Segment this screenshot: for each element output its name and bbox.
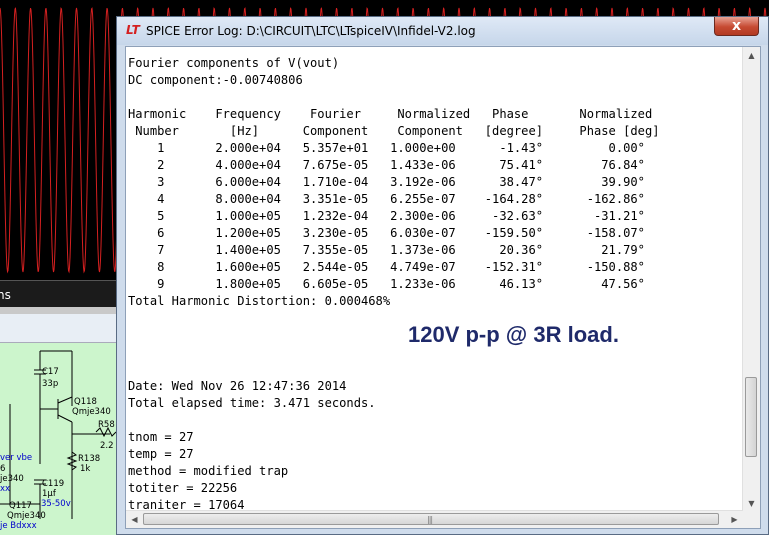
log-line: 8 1.600e+05 2.544e-05 4.749e-07 -152.31°…	[128, 260, 645, 274]
scroll-right-icon[interactable]: ▶	[726, 511, 743, 528]
schematic-label: 6	[0, 464, 6, 474]
close-icon: x	[731, 18, 742, 34]
scroll-down-icon[interactable]: ▼	[743, 495, 760, 512]
log-line: 1 2.000e+04 5.357e+01 1.000e+00 -1.43° 0…	[128, 141, 645, 155]
log-line: temp = 27	[128, 447, 194, 461]
load-annotation: 120V p-p @ 3R load.	[408, 322, 619, 347]
schematic-label: C17	[42, 367, 59, 377]
log-line: 2 4.000e+04 7.675e-05 1.433e-06 75.41° 7…	[128, 158, 645, 172]
log-line: Harmonic Frequency Fourier Normalized Ph…	[128, 107, 653, 121]
schematic-label: R58	[98, 420, 115, 430]
spice-log-window[interactable]: LT SPICE Error Log: D:\CIRCUIT\LTC\LTspi…	[116, 16, 769, 535]
scroll-up-icon[interactable]: ▲	[743, 47, 760, 64]
vertical-scroll-thumb[interactable]	[745, 377, 757, 457]
log-line: 9 1.800e+05 6.605e-05 1.233e-06 46.13° 4…	[128, 277, 645, 291]
log-line: DC component:-0.00740806	[128, 73, 303, 87]
horizontal-scroll-thumb[interactable]: |||	[143, 513, 719, 525]
schematic-label: je340	[0, 474, 24, 484]
log-text-area[interactable]: Fourier components of V(vout) DC componen…	[125, 46, 761, 529]
schematic-label: Qmje340	[72, 407, 111, 417]
log-line: method = modified trap	[128, 464, 289, 478]
scroll-left-icon[interactable]: ◀	[126, 511, 143, 528]
schematic-label: R138	[78, 454, 101, 464]
schematic-label: Q117	[9, 501, 32, 511]
window-title: SPICE Error Log: D:\CIRCUIT\LTC\LTspiceI…	[146, 24, 476, 38]
waveform-axis-strip: ns	[0, 280, 125, 308]
log-line: 4 8.000e+04 3.351e-05 6.255e-07 -164.28°…	[128, 192, 645, 206]
log-line: Fourier components of V(vout)	[128, 56, 340, 70]
close-button[interactable]: x	[714, 17, 759, 36]
schematic-label: 35-50v	[41, 499, 71, 509]
scrollbar-corner	[743, 511, 760, 528]
schematic-label: xx	[0, 484, 11, 494]
log-content: Fourier components of V(vout) DC componen…	[128, 55, 748, 515]
schematic-label: ver vbe	[0, 453, 33, 463]
schematic-label: 1µf	[42, 489, 56, 499]
ltspice-logo-icon: LT	[126, 23, 140, 37]
log-line: Number [Hz] Component Component [degree]…	[128, 124, 660, 138]
schematic-label: je Bdxxx	[0, 521, 37, 531]
log-line: 7 1.400e+05 7.355e-05 1.373e-06 20.36° 2…	[128, 243, 645, 257]
window-gap	[0, 307, 125, 314]
log-line: totiter = 22256	[128, 481, 238, 495]
log-line: Total elapsed time: 3.471 seconds.	[128, 396, 376, 410]
log-line: 3 6.000e+04 1.710e-04 3.192e-06 38.47° 3…	[128, 175, 645, 189]
schematic-label: 2.2	[100, 441, 114, 451]
grip-icon: |||	[427, 515, 433, 524]
log-line: 6 1.200e+05 3.230e-05 6.030e-07 -159.50°…	[128, 226, 645, 240]
schematic-label: 33p	[42, 379, 59, 389]
horizontal-scrollbar[interactable]: ◀ ||| ▶	[126, 510, 743, 528]
schematic-view[interactable]: C17 33p Q118 Qmje340 R58 2.2 R138 1k ver…	[0, 314, 125, 535]
log-line: Total Harmonic Distortion: 0.000468%	[128, 294, 391, 308]
vertical-scrollbar[interactable]: ▲ ▼	[742, 47, 760, 512]
window-titlebar[interactable]: LT SPICE Error Log: D:\CIRCUIT\LTC\LTspi…	[117, 17, 768, 45]
log-line: tnom = 27	[128, 430, 194, 444]
log-line: 5 1.000e+05 1.232e-04 2.300e-06 -32.63° …	[128, 209, 645, 223]
schematic-label: Q118	[74, 397, 97, 407]
schematic-label: C119	[42, 479, 65, 489]
log-line: Date: Wed Nov 26 12:47:36 2014	[128, 379, 347, 393]
schematic-label: 1k	[80, 464, 91, 474]
waveform-axis-unit: ns	[0, 288, 11, 302]
schematic-label: Qmje340	[7, 511, 46, 521]
